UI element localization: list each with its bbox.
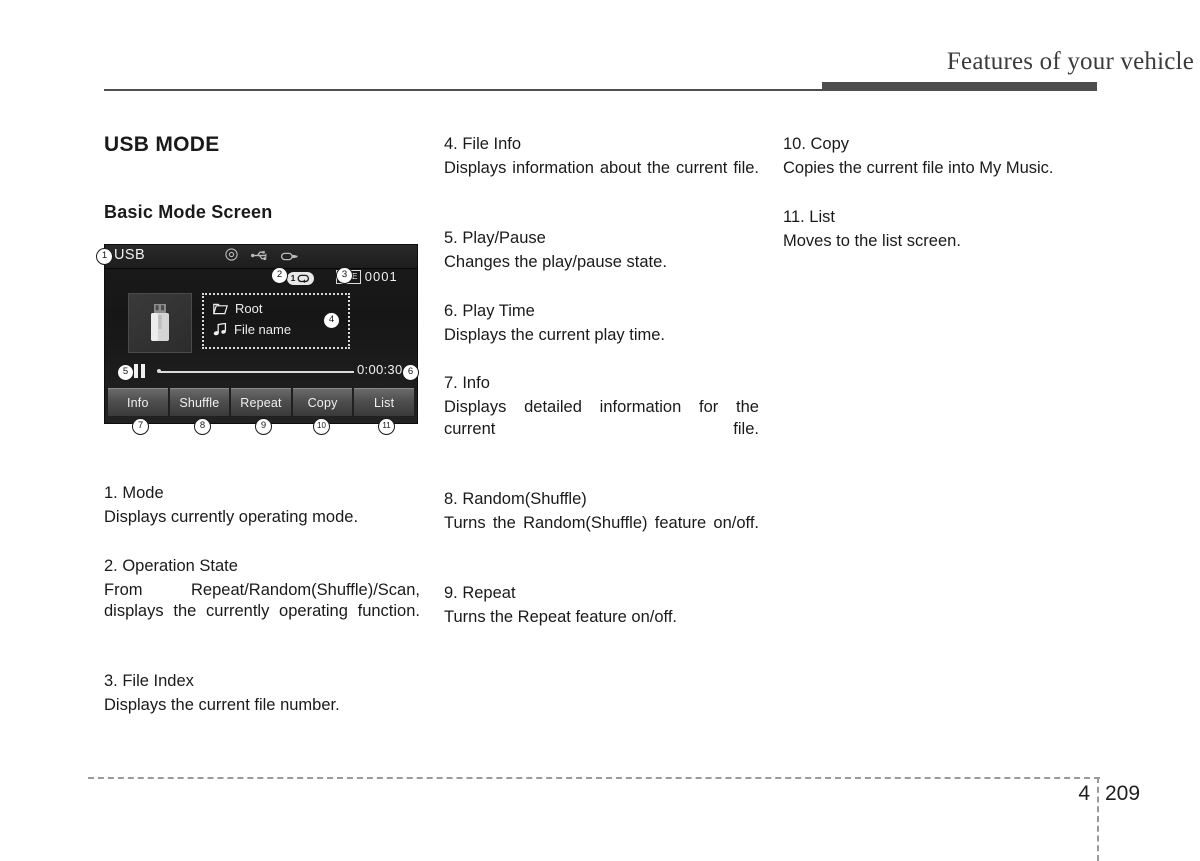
entry-title: 9. Repeat [444, 583, 516, 602]
entry-title: 5. Play/Pause [444, 229, 546, 247]
callout-4: 4 [323, 312, 340, 329]
entry-info: 7. Info Displays detailed information fo… [444, 372, 759, 462]
usb-flash-drive-icon [151, 304, 169, 341]
callout-1: 1 [96, 248, 113, 265]
manual-page: Features of your vehicle USB MODE Basic … [0, 0, 1200, 861]
aux-plug-icon [280, 248, 298, 266]
screen-mode-label: USB [114, 247, 146, 263]
left-column: USB MODE Basic Mode Screen [104, 133, 420, 223]
shuffle-button[interactable]: Shuffle [169, 388, 230, 416]
usb-mode-screen: USB 1 0001 Root File name 0:00:30 Info S… [105, 245, 417, 423]
callout-11: 11 [378, 418, 395, 435]
callout-2: 2 [271, 267, 288, 284]
entry-repeat: 9. Repeat Turns the Repeat feature on/of… [444, 582, 759, 629]
entry-play-time: 6. Play Time Displays the current play t… [444, 300, 759, 347]
entry-title: 2. Operation State [104, 556, 238, 575]
status-icons [225, 248, 298, 266]
disc-icon [225, 248, 238, 266]
entry-title: 3. File Index [104, 672, 194, 690]
page-title: USB MODE [104, 133, 220, 156]
repeat-button[interactable]: Repeat [231, 388, 291, 416]
callout-5: 5 [117, 364, 134, 381]
entry-title: 7. Info [444, 374, 490, 392]
music-note-icon [213, 323, 227, 336]
playback-bar: 0:00:30 [105, 362, 417, 384]
right-column: 10. Copy Copies the current file into My… [783, 133, 1098, 252]
entry-title: 8. Random(Shuffle) [444, 489, 587, 508]
entry-body: Displays currently operating mode. [104, 508, 359, 526]
header-rule [104, 89, 1097, 91]
entry-file-info: 4. File Info Displays information about … [444, 133, 759, 201]
running-head-title: Features of your vehicle [946, 48, 1194, 75]
entry-body: Turns the Repeat feature on/off. [444, 607, 677, 626]
entry-title: 4. File Info [444, 135, 522, 153]
callout-7: 7 [132, 418, 149, 435]
folder-icon [213, 303, 228, 314]
file-number-label: 0001 [364, 269, 398, 284]
entry-random-shuffle: 8. Random(Shuffle) Turns the Random(Shuf… [444, 488, 759, 556]
screen-title-bar: USB [105, 245, 417, 269]
footer-divider-horizontal [88, 777, 1100, 779]
entry-body: Copies the current file into My Music. [783, 159, 1054, 177]
file-info-track-row: File name [213, 322, 291, 337]
entry-body: Displays information about the current f… [444, 159, 759, 177]
copy-button[interactable]: Copy [292, 388, 353, 416]
entry-title: 11. List [783, 207, 835, 226]
file-info-folder-label: Root [235, 301, 263, 316]
entry-mode: 1. Mode Displays currently operating mod… [104, 482, 420, 529]
chapter-number: 4 [1078, 782, 1090, 805]
left-column-entries: 1. Mode Displays currently operating mod… [104, 482, 420, 717]
pause-icon[interactable] [134, 364, 146, 378]
page-number: 209 [1105, 782, 1141, 805]
running-head: Features of your vehicle [0, 48, 1200, 76]
middle-column: 4. File Info Displays information about … [444, 133, 759, 628]
entry-body: Turns the Random(Shuffle) feature on/off… [444, 513, 759, 532]
file-info-track-label: File name [234, 322, 292, 337]
info-button[interactable]: Info [108, 388, 168, 416]
repeat-state-badge: 1 [287, 272, 314, 285]
entry-title: 10. Copy [783, 135, 850, 153]
entry-copy: 10. Copy Copies the current file into My… [783, 133, 1098, 180]
entry-body: Displays the current play time. [444, 325, 666, 344]
entry-operation-state: 2. Operation State From Repeat/Random(Sh… [104, 555, 420, 645]
entry-body: Displays the current file number. [104, 696, 340, 714]
album-art [128, 293, 192, 353]
callout-6: 6 [402, 364, 419, 381]
entry-title: 6. Play Time [444, 301, 535, 320]
entry-body: Changes the play/pause state. [444, 253, 667, 271]
entry-play-pause: 5. Play/Pause Changes the play/pause sta… [444, 227, 759, 274]
play-time-label: 0:00:30 [357, 362, 403, 377]
footer-divider-vertical [1097, 777, 1099, 861]
repeat-count-label: 1 [290, 273, 296, 284]
callout-3: 3 [336, 267, 353, 284]
callout-8: 8 [194, 418, 211, 435]
entry-body: Displays detailed information for the cu… [444, 398, 759, 438]
entry-body: From Repeat/Random(Shuffle)/Scan, displa… [104, 580, 420, 621]
entry-body: Moves to the list screen. [783, 231, 961, 250]
file-info-folder-row: Root [213, 301, 262, 316]
entry-file-index: 3. File Index Displays the current file … [104, 670, 420, 717]
list-button[interactable]: List [354, 388, 414, 416]
usb-icon [251, 248, 268, 266]
subsection-title: Basic Mode Screen [104, 202, 273, 222]
entry-title: 1. Mode [104, 484, 164, 502]
callout-9: 9 [255, 418, 272, 435]
repeat-loop-icon [297, 274, 310, 283]
entry-list: 11. List Moves to the list screen. [783, 206, 1098, 253]
progress-track[interactable] [160, 371, 354, 373]
callout-10: 10 [313, 418, 330, 435]
operation-state-row: 1 FILE 0001 [105, 269, 417, 292]
screen-button-row: Info Shuffle Repeat Copy List [108, 388, 414, 416]
